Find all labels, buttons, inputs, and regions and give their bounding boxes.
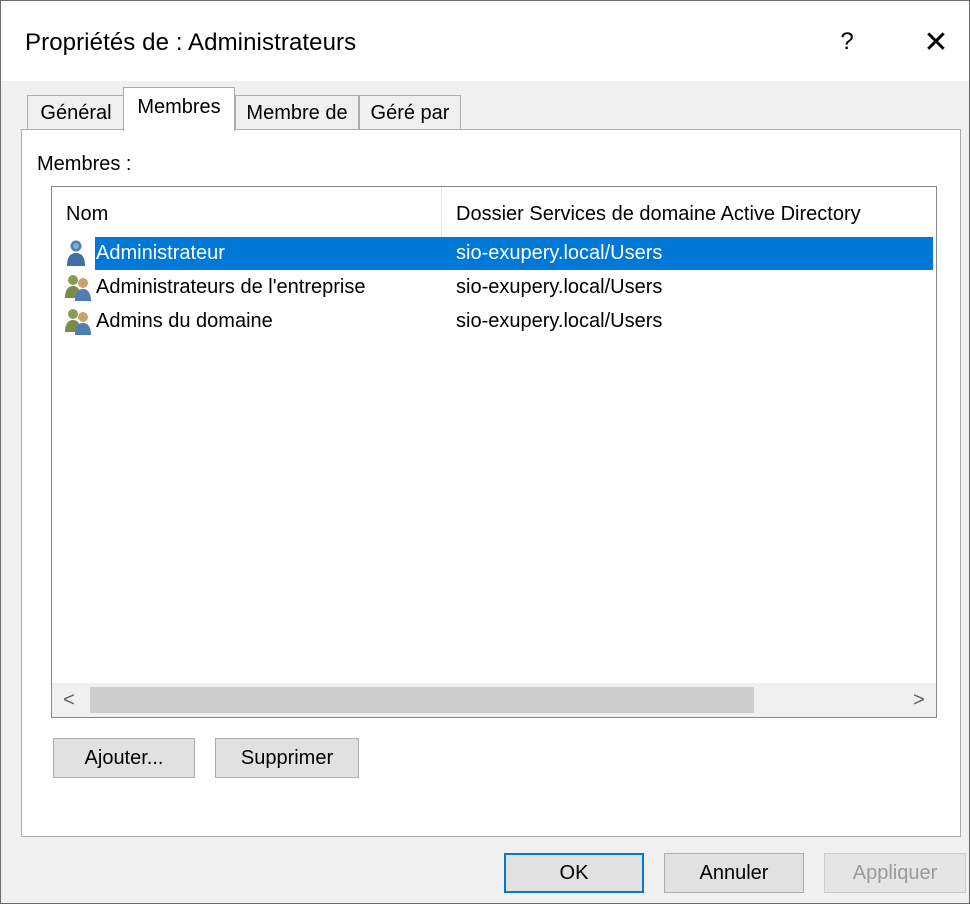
close-button[interactable]: ✕ bbox=[911, 19, 961, 65]
tab-general[interactable]: Général bbox=[27, 95, 125, 131]
user-icon bbox=[64, 239, 94, 267]
horizontal-scrollbar[interactable]: < > bbox=[52, 683, 936, 717]
window-title: Propriétés de : Administrateurs bbox=[25, 29, 357, 56]
member-row-admins-domaine[interactable]: Admins du domaine sio-exupery.local/User… bbox=[52, 305, 936, 338]
member-name: Administrateurs de l'entreprise bbox=[96, 276, 366, 298]
cancel-button[interactable]: Annuler bbox=[664, 853, 804, 893]
column-header-dossier[interactable]: Dossier Services de domaine Active Direc… bbox=[456, 187, 936, 235]
tab-membre-de[interactable]: Membre de bbox=[235, 95, 359, 131]
scrollbar-thumb[interactable] bbox=[90, 687, 754, 713]
tab-strip: Général Membres Membre de Géré par bbox=[21, 87, 961, 131]
member-name: Administrateur bbox=[96, 242, 225, 264]
title-bar: Propriétés de : Administrateurs ? ✕ bbox=[1, 1, 969, 81]
properties-dialog: Propriétés de : Administrateurs ? ✕ Géné… bbox=[0, 0, 970, 904]
scroll-left-icon[interactable]: < bbox=[52, 683, 86, 717]
member-folder: sio-exupery.local/Users bbox=[456, 242, 663, 264]
member-folder: sio-exupery.local/Users bbox=[456, 310, 663, 332]
members-label: Membres : bbox=[37, 153, 132, 175]
members-list[interactable]: Nom Dossier Services de domaine Active D… bbox=[51, 186, 937, 718]
scroll-right-icon[interactable]: > bbox=[902, 683, 936, 717]
ok-button[interactable]: OK bbox=[504, 853, 644, 893]
member-row-administrateurs-entreprise[interactable]: Administrateurs de l'entreprise sio-exup… bbox=[52, 271, 936, 304]
column-divider[interactable] bbox=[441, 187, 442, 237]
tab-gere-par[interactable]: Géré par bbox=[359, 95, 461, 131]
help-button[interactable]: ? bbox=[827, 19, 867, 65]
group-icon bbox=[64, 273, 94, 301]
member-folder: sio-exupery.local/Users bbox=[456, 276, 663, 298]
tab-membres[interactable]: Membres bbox=[123, 87, 235, 131]
add-button[interactable]: Ajouter... bbox=[53, 738, 195, 778]
member-row-administrateur[interactable]: Administrateur sio-exupery.local/Users bbox=[52, 237, 936, 270]
apply-button[interactable]: Appliquer bbox=[824, 853, 966, 893]
column-header-nom[interactable]: Nom bbox=[66, 187, 436, 235]
group-icon bbox=[64, 307, 94, 335]
member-name: Admins du domaine bbox=[96, 310, 273, 332]
remove-button[interactable]: Supprimer bbox=[215, 738, 359, 778]
list-header: Nom Dossier Services de domaine Active D… bbox=[52, 187, 936, 237]
